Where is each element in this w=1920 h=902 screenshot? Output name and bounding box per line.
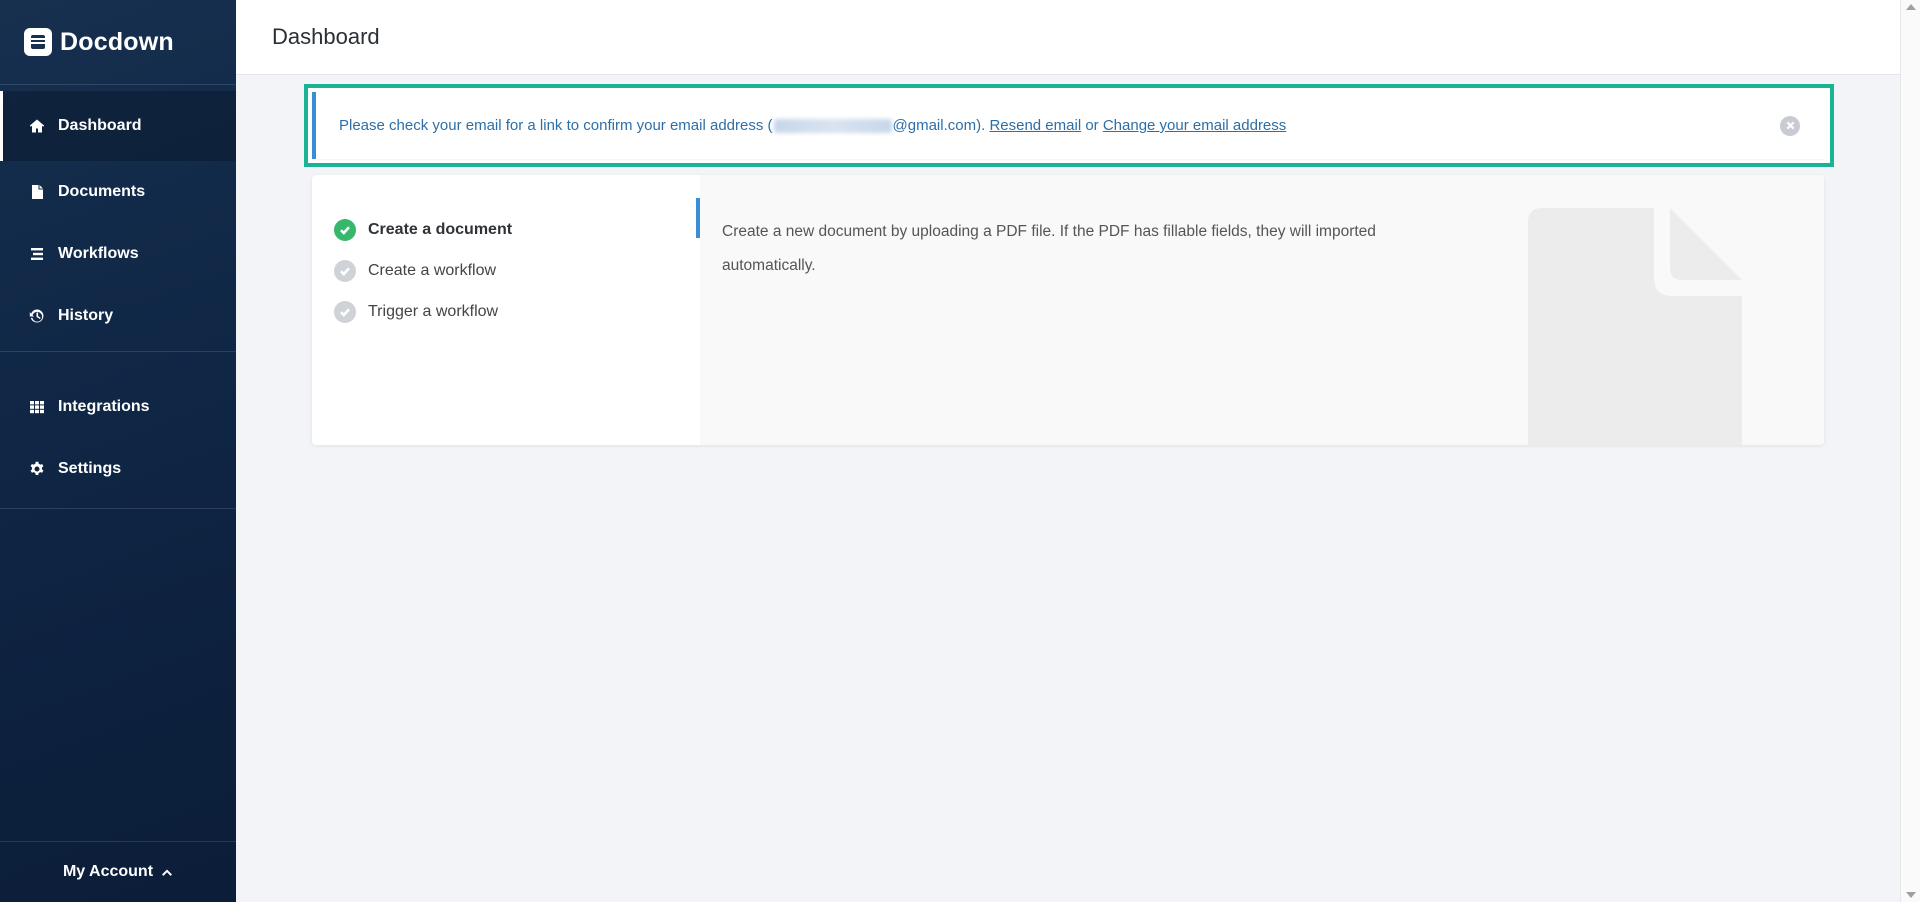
- step-create-workflow[interactable]: Create a workflow: [334, 250, 700, 291]
- email-confirm-notice: Please check your email for a link to co…: [312, 92, 1826, 159]
- sidebar-nav-secondary: Integrations Settings: [0, 352, 236, 504]
- notice-or-text: or: [1085, 117, 1099, 134]
- sidebar-nav-main: Dashboard Documents Workflows History: [0, 85, 236, 351]
- sidebar-item-label: Dashboard: [58, 117, 142, 134]
- grid-icon: [28, 398, 46, 416]
- check-circle-pending-icon: [334, 259, 356, 282]
- sidebar-item-label: Integrations: [58, 398, 150, 415]
- sidebar-item-history[interactable]: History: [0, 285, 236, 347]
- resend-email-link[interactable]: Resend email: [989, 117, 1081, 134]
- sidebar-item-settings[interactable]: Settings: [0, 438, 236, 500]
- step-description: Create a new document by uploading a PDF…: [722, 223, 1376, 274]
- docdown-logo-icon: [24, 28, 52, 56]
- scroll-down-arrow-icon[interactable]: [1906, 892, 1916, 898]
- step-label: Create a document: [368, 220, 513, 238]
- sidebar-item-label: Documents: [58, 183, 146, 200]
- sidebar-divider: [0, 508, 236, 509]
- notice-email-domain: @gmail.com).: [892, 117, 986, 134]
- chevron-up-icon: [161, 866, 173, 878]
- redacted-email: [773, 119, 892, 134]
- page-scrollbar[interactable]: [1900, 0, 1920, 902]
- my-account-label: My Account: [62, 863, 154, 880]
- sidebar-item-documents[interactable]: Documents: [0, 161, 236, 223]
- home-icon: [28, 117, 46, 135]
- gear-icon: [28, 460, 46, 478]
- close-icon: [1786, 121, 1794, 130]
- sidebar-item-label: Workflows: [58, 245, 139, 262]
- top-header: Dashboard: [236, 0, 1900, 75]
- email-confirm-notice-frame: Please check your email for a link to co…: [304, 84, 1834, 167]
- sidebar-item-workflows[interactable]: Workflows: [0, 223, 236, 285]
- sidebar-item-integrations[interactable]: Integrations: [0, 376, 236, 438]
- notice-text-before: Please check your email for a link to co…: [339, 117, 773, 134]
- brand[interactable]: Docdown: [0, 0, 236, 84]
- step-create-document[interactable]: Create a document: [334, 209, 700, 250]
- file-icon: [28, 183, 46, 201]
- brand-name: Docdown: [60, 27, 174, 56]
- close-notice-button[interactable]: [1780, 115, 1800, 136]
- scroll-up-arrow-icon[interactable]: [1906, 4, 1916, 10]
- sidebar-item-label: History: [58, 307, 114, 324]
- step-detail-panel: Create a new document by uploading a PDF…: [696, 175, 1824, 445]
- page-title: Dashboard: [272, 24, 380, 49]
- sidebar-item-label: Settings: [58, 460, 122, 477]
- step-label: Trigger a workflow: [368, 302, 499, 320]
- list-icon: [28, 245, 46, 263]
- onboarding-steps: Create a document Create a workflow Trig…: [312, 175, 700, 445]
- change-email-link[interactable]: Change your email address: [1103, 117, 1286, 134]
- step-trigger-workflow[interactable]: Trigger a workflow: [334, 291, 700, 332]
- step-label: Create a workflow: [368, 261, 497, 279]
- document-illustration-icon: [1528, 208, 1742, 445]
- onboarding-card: Create a document Create a workflow Trig…: [312, 175, 1824, 445]
- notice-text: Please check your email for a link to co…: [339, 117, 1286, 134]
- check-circle-done-icon: [334, 218, 356, 241]
- history-icon: [28, 307, 46, 325]
- sidebar: Docdown Dashboard Documents Workflows Hi…: [0, 0, 236, 902]
- my-account-button[interactable]: My Account: [0, 841, 236, 902]
- sidebar-item-dashboard[interactable]: Dashboard: [0, 91, 236, 161]
- check-circle-pending-icon: [334, 300, 356, 323]
